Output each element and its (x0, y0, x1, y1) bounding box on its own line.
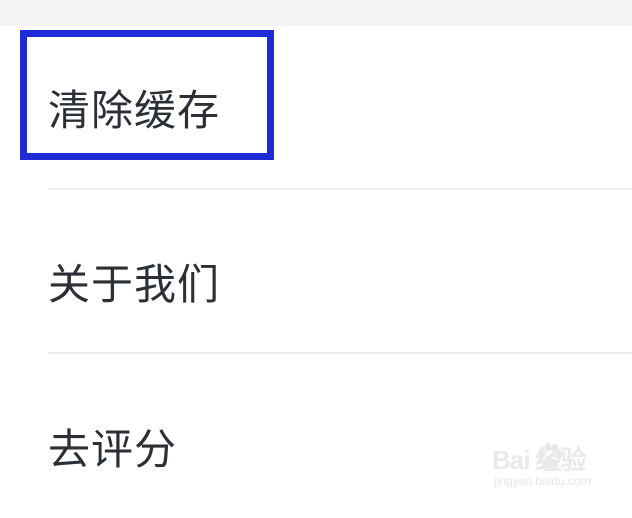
settings-item-about-us[interactable]: 关于我们 (0, 190, 632, 354)
watermark-url: jingyan.baidu.com (494, 474, 591, 488)
paw-icon (538, 442, 563, 469)
highlight-annotation-box (20, 30, 274, 160)
settings-item-label: 关于我们 (48, 260, 221, 309)
settings-item-label: 去评分 (48, 425, 178, 474)
baidu-jingyan-watermark: Bai 经验 jingyan.baidu.com (492, 440, 610, 498)
top-header-strip (0, 0, 632, 26)
